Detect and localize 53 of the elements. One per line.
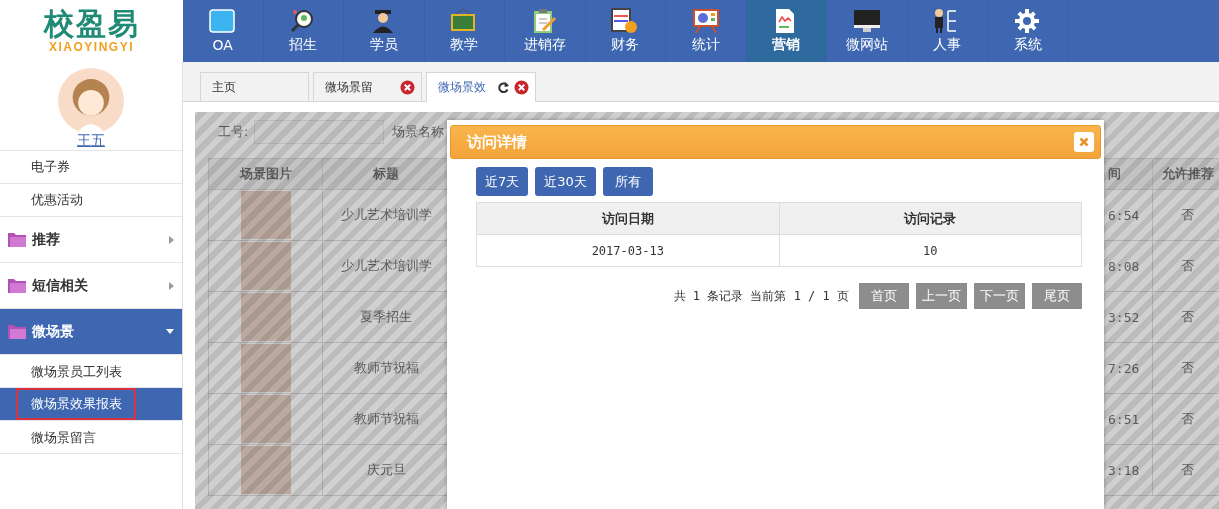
page-button[interactable]: 首页 (859, 283, 909, 309)
image-placeholder (240, 395, 291, 443)
column-header: 标题 (322, 158, 450, 190)
square-badge-icon (208, 9, 237, 35)
column-header: 访问日期 (476, 202, 779, 235)
page-button[interactable]: 下一页 (974, 283, 1025, 309)
id-input-field[interactable] (254, 120, 385, 144)
close-button[interactable] (1074, 132, 1094, 152)
monitor-icon (852, 8, 881, 34)
user-name-link[interactable]: 王五 (77, 132, 105, 150)
image-placeholder (240, 293, 291, 341)
avatar-icon (55, 68, 127, 134)
sidebar-item[interactable]: 优惠活动 (0, 184, 182, 217)
column-header: 访问记录 (779, 202, 1082, 235)
filter-label: 场景名称 (392, 123, 445, 141)
sidebar-item[interactable]: 微场景员工列表 (31, 358, 122, 384)
page-button[interactable]: 尾页 (1032, 283, 1082, 309)
nav-item[interactable]: 营销 (746, 0, 827, 62)
close-icon (514, 80, 529, 95)
tab[interactable]: 微场景留 (313, 72, 422, 101)
filter-label: 工号: (218, 123, 249, 141)
tab[interactable]: 主页 (200, 72, 309, 101)
column-header: 场景图片 (208, 158, 323, 190)
sidebar-folder[interactable]: 推荐 (0, 217, 182, 263)
close-icon (400, 79, 415, 95)
column-header: 允许推荐 (1152, 158, 1219, 190)
folder-icon (8, 232, 26, 247)
close-icon (1079, 137, 1089, 147)
image-placeholder (240, 344, 291, 392)
dialog-title: 访问详情 (467, 132, 527, 152)
sidebar-folder[interactable]: 微场景 (0, 309, 182, 355)
table-cell: 2017-03-13 (476, 234, 779, 267)
sidebar-item[interactable]: 微场景留言 (31, 424, 96, 450)
image-placeholder (240, 446, 291, 494)
table-cell: 10 (779, 234, 1082, 267)
logo-text: 校盈易 (43, 8, 140, 40)
image-placeholder (240, 191, 291, 239)
range-button[interactable]: 所有 (602, 167, 653, 196)
sidebar-item[interactable]: 电子券 (0, 151, 182, 184)
caret-down-icon (166, 329, 174, 334)
tab[interactable]: 微场景效 (426, 72, 536, 102)
folder-icon (8, 324, 26, 339)
caret-right-icon (169, 235, 174, 244)
refresh-icon (498, 82, 509, 93)
image-placeholder (240, 242, 291, 290)
range-button[interactable]: 近7天 (476, 167, 529, 196)
settings-icon (1013, 8, 1042, 34)
easel-icon (691, 8, 720, 34)
range-button[interactable]: 近30天 (535, 167, 596, 196)
caret-right-icon (169, 281, 174, 290)
logo-subtitle: XIAOYINGYI (49, 40, 134, 54)
page-button[interactable]: 上一页 (916, 283, 967, 309)
folder-icon (8, 278, 26, 293)
